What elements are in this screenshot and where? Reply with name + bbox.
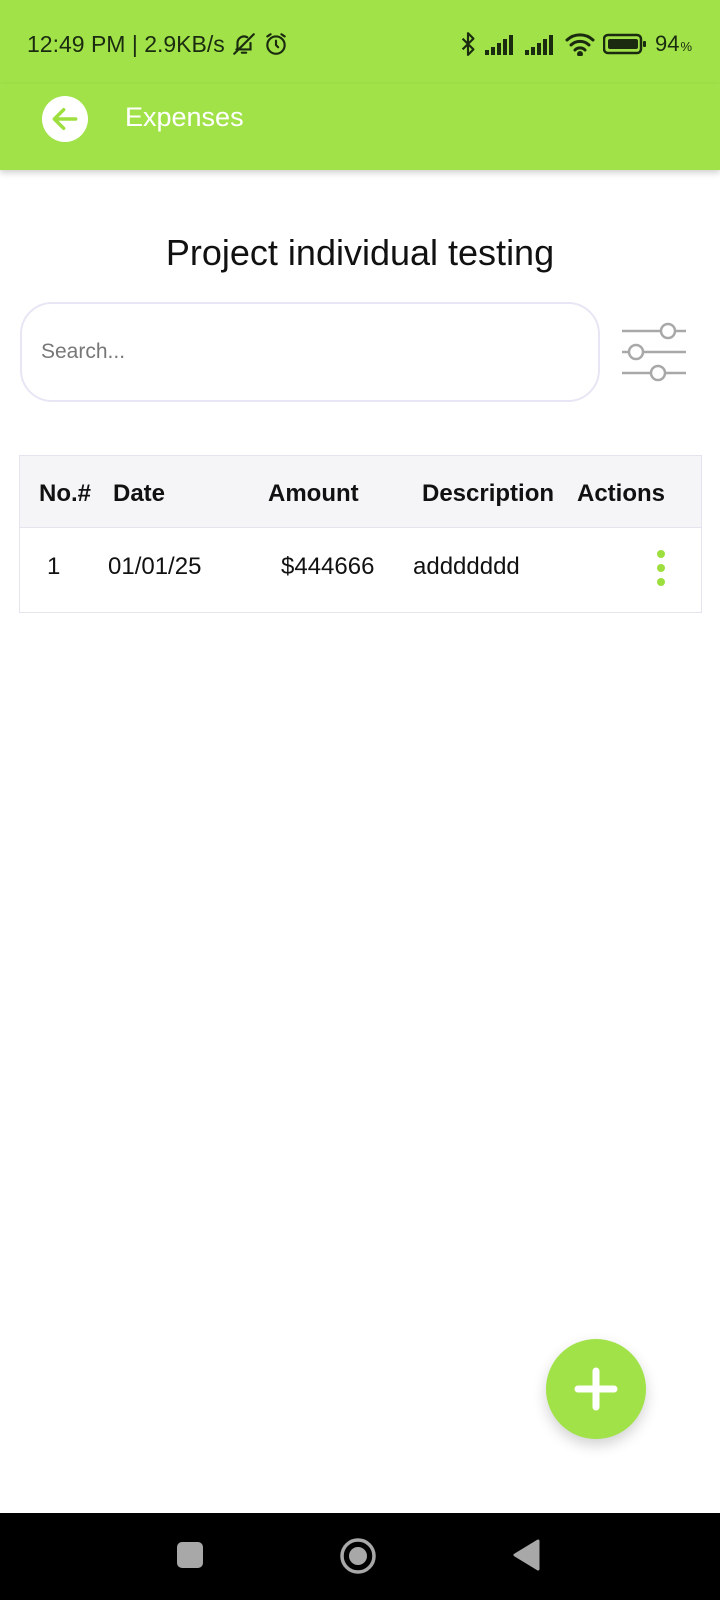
more-vertical-icon	[657, 564, 665, 572]
app-bar: Expenses	[0, 84, 720, 170]
recents-button[interactable]	[175, 1540, 205, 1570]
status-right: 94%	[459, 26, 692, 62]
header-date: Date	[113, 480, 166, 507]
plus-icon	[573, 1366, 619, 1412]
row-amount: $444666	[281, 553, 375, 580]
back-button[interactable]	[42, 96, 88, 142]
header-no: No.#	[39, 480, 92, 507]
header-amount: Amount	[268, 480, 359, 507]
more-vertical-icon	[657, 550, 665, 558]
more-vertical-icon	[657, 578, 665, 586]
home-circle-icon	[338, 1536, 378, 1576]
alarm-icon	[263, 31, 289, 57]
header-description: Description	[422, 480, 555, 507]
status-bar: 12:49 PM | 2.9KB/s 94%	[0, 0, 720, 84]
status-time: 12:49 PM | 2.9KB/s	[27, 30, 225, 57]
status-left: 12:49 PM | 2.9KB/s	[27, 26, 289, 62]
signal-icon	[524, 33, 557, 55]
add-expense-button[interactable]	[546, 1339, 646, 1439]
battery-level: 94%	[654, 31, 692, 56]
row-no: 1	[47, 553, 61, 580]
system-nav-bar	[0, 1513, 720, 1600]
signal-icon	[484, 33, 517, 55]
page-title: Project individual testing	[165, 232, 555, 273]
app-title: Expenses	[125, 102, 244, 132]
bell-off-icon	[231, 31, 257, 57]
filter-button[interactable]	[618, 320, 690, 384]
battery-icon	[602, 33, 647, 55]
table-header: No.# Date Amount Description Actions	[20, 456, 701, 528]
back-nav-button[interactable]	[511, 1538, 541, 1572]
square-icon	[175, 1540, 205, 1570]
row-description: addddddd	[413, 553, 520, 580]
row-date: 01/01/25	[108, 553, 202, 580]
search-input[interactable]	[41, 340, 598, 364]
search-box	[20, 302, 600, 402]
row-actions-menu-button[interactable]	[646, 548, 676, 588]
expenses-table: No.# Date Amount Description Actions 1 0…	[19, 455, 702, 613]
arrow-left-icon	[49, 103, 81, 135]
home-button[interactable]	[338, 1536, 378, 1576]
wifi-icon	[565, 32, 595, 56]
bluetooth-icon	[459, 31, 477, 57]
header-actions: Actions	[577, 480, 666, 507]
triangle-back-icon	[511, 1538, 541, 1572]
sliders-icon	[620, 321, 688, 383]
